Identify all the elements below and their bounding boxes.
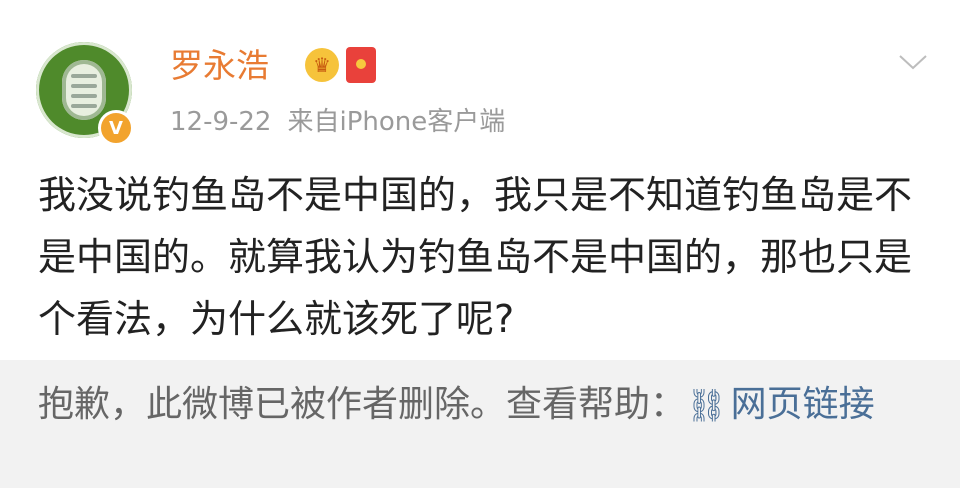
link-icon: ⛓ xyxy=(686,386,727,424)
red-packet-icon[interactable] xyxy=(346,47,376,83)
crown-member-icon[interactable]: ♛ xyxy=(305,48,339,82)
post-text: 我没说钓鱼岛不是中国的，我只是不知道钓鱼岛是不是中国的。就算我认为钓鱼岛不是中国… xyxy=(38,173,913,341)
deleted-message: 抱歉，此微博已被作者删除。查看帮助： xyxy=(38,384,687,425)
post-source: 来自iPhone客户端 xyxy=(287,107,506,137)
avatar-image xyxy=(62,60,106,120)
chevron-down-icon[interactable] xyxy=(898,47,928,77)
web-link[interactable]: ⛓ 网页链接 xyxy=(686,384,875,425)
verified-badge-icon: V xyxy=(98,110,134,146)
web-link-label: 网页链接 xyxy=(730,384,875,425)
deleted-notice: 抱歉，此微博已被作者删除。查看帮助：⛓ 网页链接 xyxy=(0,360,960,488)
post-meta: 12-9-22 来自iPhone客户端 xyxy=(170,104,521,140)
weibo-post-card: V 罗永浩 ♛ 12-9-22 来自iPhone客户端 我没说钓鱼岛不是中国的，我… xyxy=(0,0,960,360)
username[interactable]: 罗永浩 xyxy=(170,44,269,88)
deleted-notice-text: 抱歉，此微博已被作者删除。查看帮助：⛓ 网页链接 xyxy=(38,376,918,434)
post-date: 12-9-22 xyxy=(170,107,272,137)
